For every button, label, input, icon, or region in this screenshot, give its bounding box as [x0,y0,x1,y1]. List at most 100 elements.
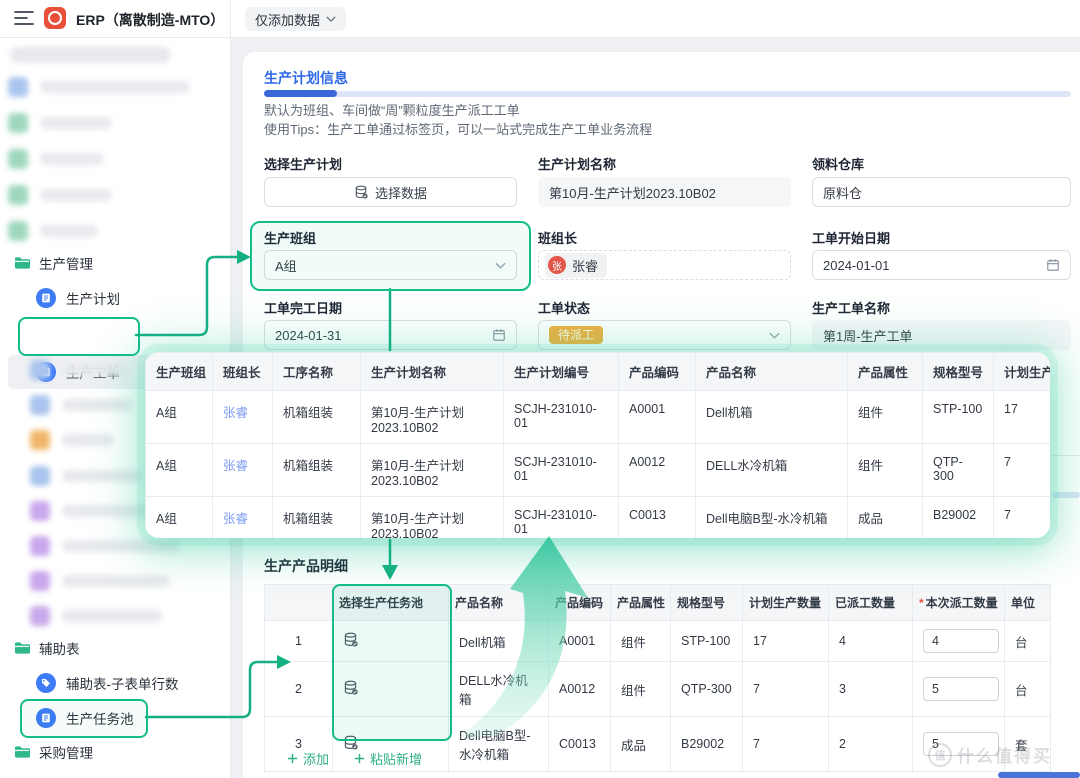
sidebar-item-blurred[interactable] [8,149,28,169]
add-data-mode-button[interactable]: 仅添加数据 [245,7,346,31]
database-select-icon [354,185,368,199]
add-row-button[interactable]: 添加 [281,748,335,769]
sidebar-item-task-pool[interactable]: 生产任务池 [0,701,264,735]
sidebar-item-blurred[interactable] [30,501,50,521]
document-icon [36,288,56,308]
detail-row: 2 DELL水冷机箱 A0012 组件 QTP-300 7 3 台 [265,662,1051,717]
sidebar-folder-production[interactable]: 生产管理 [0,246,242,280]
product-name-cell: Dell电脑B型-水冷机箱 [696,497,848,539]
menu-collapse-icon[interactable] [14,10,34,26]
order-status-label: 工单状态 [538,298,590,317]
sidebar-item-blurred [40,117,112,129]
current-qty-input[interactable] [923,629,999,653]
plan-name-cell: 第10月-生产计划2023.10B02 [361,497,504,539]
app-logo-icon [44,7,66,29]
detail-header-dispatched-qty: 已派工数量 [829,585,913,621]
product-code-cell: A0012 [549,662,611,717]
detail-header-spec: 规格型号 [671,585,743,621]
current-qty-input[interactable] [923,677,999,701]
select-plan-data-button[interactable]: 选择数据 [264,177,517,207]
start-date-label: 工单开始日期 [812,228,890,247]
form-description-line1: 默认为班组、车间做“周”颗粒度生产派工工单 [264,102,520,120]
sidebar-item-blurred [62,470,142,482]
plan-name-cell: 第10月-生产计划2023.10B02 [361,391,504,444]
plan-qty-cell: 17 [994,391,1051,444]
finish-date-field[interactable]: 2024-01-31 [264,320,517,350]
sidebar-item-blurred[interactable] [30,430,50,450]
team-select[interactable]: A组 [264,250,517,280]
plan-qty-cell: 7 [743,717,829,772]
sidebar-item-blurred[interactable] [10,47,170,63]
dispatched-qty-cell: 3 [829,662,913,717]
sidebar-item-blurred[interactable] [30,395,50,415]
detail-header-row: 选择生产任务池 产品名称 产品编码 产品属性 规格型号 计划生产数量 已派工数量… [265,585,1051,621]
popup-header-product-name: 产品名称 [696,353,848,391]
spec-cell: QTP-300 [923,444,994,497]
plan-qty-cell: 17 [743,621,829,662]
team-label: 生产班组 [264,228,316,247]
product-attr-cell: 组件 [848,444,923,497]
product-name-cell: DELL水冷机箱 [696,444,848,497]
product-code-cell: A0012 [619,444,696,497]
section-progress-fill [264,90,337,97]
database-select-icon [343,680,358,695]
product-attr-cell: 组件 [611,662,671,717]
sidebar-item-blurred [62,540,180,552]
calendar-icon [492,328,506,342]
task-pool-select-cell[interactable] [333,621,449,662]
sidebar-item-blurred[interactable] [30,536,50,556]
sidebar-item-blurred[interactable] [8,77,28,97]
sidebar-item-blurred[interactable] [30,466,50,486]
sidebar-item-blurred [40,81,190,93]
sidebar-item-blurred[interactable] [30,571,50,591]
paste-add-button[interactable]: 粘贴新增 [348,748,428,769]
sidebar-folder-purchase[interactable]: 采购管理 [0,735,242,769]
order-status-select[interactable]: 待派工 [538,320,791,350]
popup-row[interactable]: A组 张睿 机箱组装 第10月-生产计划2023.10B02 SCJH-2310… [146,444,1051,497]
popup-row[interactable]: A组 张睿 机箱组装 第10月-生产计划2023.10B02 SCJH-2310… [146,497,1051,539]
sidebar-item-blurred[interactable] [8,113,28,133]
warehouse-label: 领料仓库 [812,154,864,173]
finish-date-value: 2024-01-31 [275,328,492,343]
row-index: 1 [265,621,333,662]
tab-production-plan-info[interactable]: 生产计划信息 [264,68,348,88]
plan-qty-cell: 7 [994,497,1051,539]
member-chip[interactable]: 张 张睿 [545,253,607,278]
team-leader-name: 张睿 [572,256,598,275]
sidebar-item-aux-subrow[interactable]: 辅助表-子表单行数 [0,666,264,700]
warehouse-field[interactable]: 原料仓 [812,177,1071,207]
team-leader-field[interactable]: 张 张睿 [538,250,791,280]
leader-link[interactable]: 张睿 [213,497,273,539]
product-attr-cell: 组件 [848,391,923,444]
required-mark: * [919,596,924,610]
detail-header-plan-qty: 计划生产数量 [743,585,829,621]
product-name-cell: Dell机箱 [696,391,848,444]
leader-link[interactable]: 张睿 [213,444,273,497]
dispatched-qty-cell: 2 [829,717,913,772]
chevron-down-icon [326,16,336,22]
sidebar-item-blurred[interactable] [30,606,50,626]
start-date-field[interactable]: 2024-01-01 [812,250,1071,280]
sidebar-item-blurred[interactable] [8,221,28,241]
team-leader-label: 班组长 [538,228,577,247]
team-cell: A组 [146,391,213,444]
sidebar-folder-auxiliary[interactable]: 辅助表 [0,631,242,665]
order-name-value: 第1周-生产工单 [823,326,913,345]
product-code-cell: C0013 [549,717,611,772]
sidebar-item-blurred[interactable] [30,360,50,380]
unit-cell: 台 [1005,662,1051,717]
calendar-icon [1046,258,1060,272]
plan-code-cell: SCJH-231010-01 [504,391,619,444]
plan-qty-cell: 7 [743,662,829,717]
detail-header-product-code: 产品编码 [549,585,611,621]
sidebar-item-production-plan-label: 生产计划 [66,288,120,308]
leader-link[interactable]: 张睿 [213,391,273,444]
sidebar-item-production-plan[interactable]: 生产计划 [0,281,264,315]
popup-row[interactable]: A组 张睿 机箱组装 第10月-生产计划2023.10B02 SCJH-2310… [146,391,1051,444]
sidebar-item-blurred[interactable] [8,185,28,205]
sidebar-item-blurred [62,399,132,411]
task-pool-select-cell[interactable] [333,662,449,717]
plus-icon [354,753,365,764]
plan-name-label: 生产计划名称 [538,154,616,173]
plan-qty-cell: 7 [994,444,1051,497]
